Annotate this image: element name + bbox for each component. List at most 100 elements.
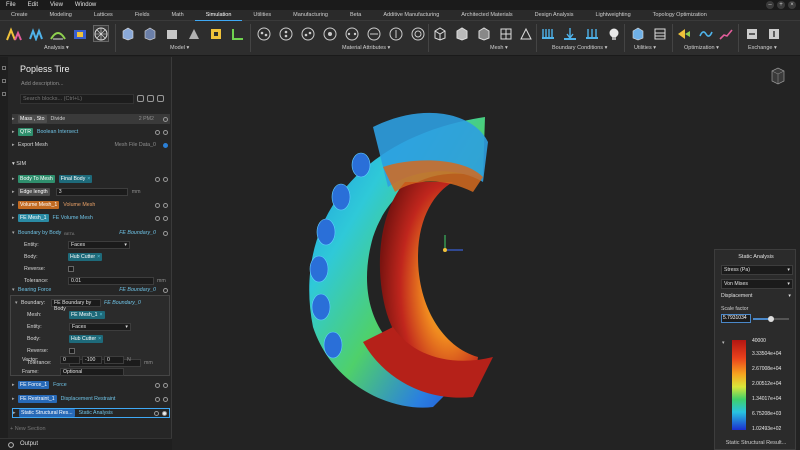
block-boundary-by-body[interactable]: ▾ Boundary by Body BETA FE Boundary_0 [12, 228, 170, 238]
scale-factor-input[interactable]: 5.7931034 [721, 314, 751, 323]
close-icon[interactable]: × [788, 1, 796, 9]
block-fe-mesh[interactable]: ▸ FE Mesh_1 FE Volume Mesh [12, 213, 170, 223]
tab-beta[interactable]: Beta [339, 10, 372, 21]
group-label-boundary[interactable]: Boundary Conditions ▾ [552, 45, 607, 51]
tab-design-analysis[interactable]: Design Analysis [524, 10, 585, 21]
settings-icon[interactable] [147, 95, 154, 102]
block-volume-mesh[interactable]: ▸ Volume Mesh_1 Volume Mesh [12, 200, 170, 210]
material-sphere-icon[interactable] [322, 25, 338, 42]
tab-modeling[interactable]: Modeling [39, 10, 83, 21]
entity-select[interactable]: Faces ▾ [69, 323, 131, 331]
menu-file[interactable]: File [0, 2, 22, 8]
tab-architected-materials[interactable]: Architected Materials [450, 10, 523, 21]
model-cube-icon[interactable] [120, 25, 136, 42]
visibility-icon[interactable] [155, 202, 160, 208]
visibility-icon[interactable] [155, 215, 160, 221]
pressure-icon[interactable] [584, 25, 600, 42]
body-chip[interactable]: Hub Cutter × [68, 253, 103, 261]
material-sphere-icon[interactable] [366, 25, 382, 42]
menu-window[interactable]: Window [69, 2, 102, 8]
maximize-icon[interactable]: + [777, 1, 785, 9]
visibility-icon[interactable] [163, 116, 168, 122]
tab-lattices[interactable]: Lattices [83, 10, 124, 21]
model-box-icon[interactable] [164, 25, 180, 42]
quantity-select[interactable]: Stress (Pa) ▾ [721, 265, 793, 275]
new-section-button[interactable]: + New Section [10, 426, 46, 432]
tab-math[interactable]: Math [160, 10, 194, 21]
analysis-tool-icon[interactable] [6, 25, 22, 42]
view-cube-icon[interactable] [770, 67, 786, 85]
optimization-trend-icon[interactable] [718, 25, 734, 42]
info-icon[interactable] [163, 142, 168, 148]
tab-utilities[interactable]: Utilities [242, 10, 282, 21]
vector-y-input[interactable]: -100 [82, 356, 102, 364]
boundary-select[interactable]: FE Boundary by Body [51, 299, 101, 312]
mesh-grid-icon[interactable] [498, 25, 514, 42]
tab-simulation[interactable]: Simulation [194, 10, 243, 21]
info-icon[interactable] [163, 129, 168, 135]
menu-edit[interactable]: Edit [22, 2, 44, 8]
results-tool-icon[interactable] [28, 25, 44, 42]
displacement-toggle[interactable]: Displacement ▾ [721, 293, 793, 299]
utilities-grid-icon[interactable] [652, 25, 668, 42]
vector-z-input[interactable]: 0 [104, 356, 124, 364]
frame-input[interactable]: Optional [60, 368, 124, 376]
force-icon[interactable] [562, 25, 578, 42]
material-sphere-icon[interactable] [300, 25, 316, 42]
section-header[interactable]: ▾ SIM [12, 161, 26, 167]
layers-icon[interactable] [2, 79, 6, 83]
block-fe-restraint[interactable]: ▸ FE Restraint_1 Displacement Restraint [12, 394, 170, 404]
gear-icon[interactable] [8, 442, 14, 448]
group-label-model[interactable]: Model ▾ [170, 45, 189, 51]
exchange-export-icon[interactable] [766, 25, 782, 42]
info-icon[interactable] [163, 287, 168, 293]
frequency-tool-icon[interactable] [72, 25, 88, 42]
mesh-volume-icon[interactable] [476, 25, 492, 42]
reverse-checkbox[interactable] [69, 348, 75, 354]
info-icon[interactable] [163, 396, 168, 402]
search-input[interactable] [20, 94, 134, 104]
group-label-utilities[interactable]: Utilities ▾ [634, 45, 656, 51]
material-sphere-icon[interactable] [344, 25, 360, 42]
body-chip[interactable]: Final Body × [58, 175, 93, 183]
group-label-mesh[interactable]: Mesh ▾ [490, 45, 508, 51]
mesh-view-tool-icon[interactable] [93, 25, 109, 42]
model-boundary-icon[interactable] [230, 25, 246, 42]
result-name[interactable]: Static Structural Result... [715, 440, 797, 446]
legend-collapse-icon[interactable]: ▾ [722, 340, 725, 346]
bulb-icon[interactable] [606, 25, 622, 42]
search-icon[interactable] [2, 92, 6, 96]
remove-icon[interactable]: × [97, 254, 100, 260]
output-bar[interactable]: Output [0, 438, 172, 450]
optimization-icon[interactable] [676, 25, 692, 42]
material-sphere-icon[interactable] [410, 25, 426, 42]
vector-x-input[interactable]: 0 [60, 356, 80, 364]
modal-tool-icon[interactable] [50, 25, 66, 42]
model-convert-icon[interactable] [208, 25, 224, 42]
block-edge-length[interactable]: ▸ Edge length 3 mm [12, 187, 170, 197]
group-label-material[interactable]: Material Attributes ▾ [342, 45, 390, 51]
mesh-chip[interactable]: FE Mesh_1 × [69, 311, 105, 319]
block-static-structural[interactable]: ▸ Static Structural Res... Static Analys… [12, 408, 170, 418]
exchange-import-icon[interactable] [744, 25, 760, 42]
tab-additive-manufacturing[interactable]: Additive Manufacturing [372, 10, 450, 21]
remove-icon[interactable]: × [100, 312, 103, 318]
entity-select[interactable]: Faces ▾ [68, 241, 130, 249]
edge-length-input[interactable]: 3 [55, 188, 128, 196]
info-icon[interactable] [163, 215, 168, 221]
restraint-icon[interactable] [540, 25, 556, 42]
block-fe-force[interactable]: ▸ FE Force_1 Force [12, 380, 170, 390]
3d-viewport[interactable] [173, 57, 800, 450]
menu-view[interactable]: View [44, 2, 69, 8]
material-sphere-icon[interactable] [278, 25, 294, 42]
mesh-refine-icon[interactable] [518, 25, 534, 42]
mesh-cube-icon[interactable] [432, 25, 448, 42]
tab-topology-optimization[interactable]: Topology Optimization [642, 10, 718, 21]
model-import-icon[interactable] [142, 25, 158, 42]
status-dot-icon[interactable] [162, 410, 167, 416]
utilities-box-icon[interactable] [630, 25, 646, 42]
visibility-icon[interactable] [155, 396, 160, 402]
model-body-icon[interactable] [186, 25, 202, 42]
group-label-exchange[interactable]: Exchange ▾ [748, 45, 777, 51]
slider-knob[interactable] [768, 316, 774, 322]
